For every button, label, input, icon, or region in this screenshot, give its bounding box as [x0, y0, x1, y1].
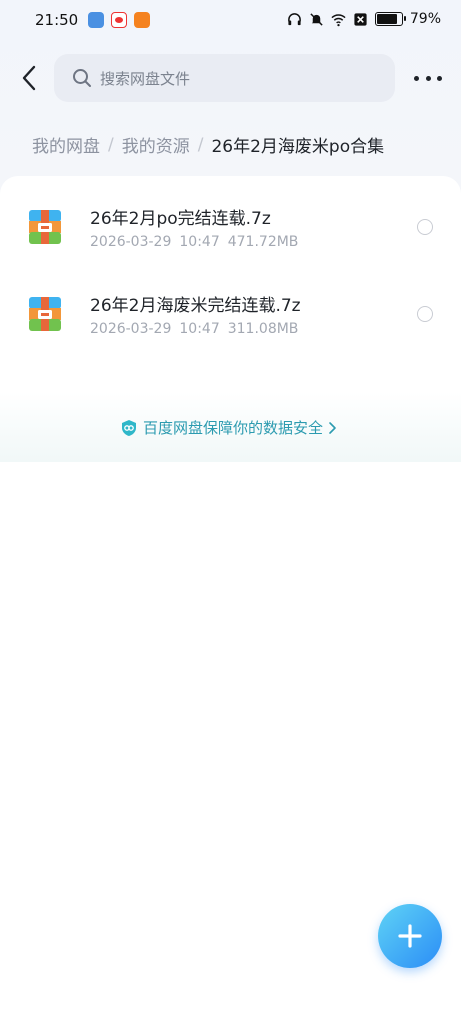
chevron-left-icon	[22, 65, 36, 91]
search-input[interactable]: 搜索网盘文件	[54, 54, 395, 102]
weibo-app-icon	[111, 12, 127, 28]
shield-icon	[122, 419, 136, 436]
notification-icons	[88, 12, 150, 28]
mute-bell-icon	[310, 12, 323, 26]
file-list-item[interactable]: 26年2月po完结连载.7z 2026-03-29 10:47 471.72MB	[0, 176, 461, 262]
file-date: 2026-03-29	[90, 234, 172, 250]
breadcrumb-separator: /	[108, 134, 114, 155]
file-meta: 2026-03-29 10:47 311.08MB	[90, 321, 298, 337]
status-indicators: 79%	[287, 11, 441, 27]
breadcrumb-item-my-drive[interactable]: 我的网盘	[32, 132, 100, 157]
select-radio[interactable]	[417, 306, 433, 322]
wifi-icon	[331, 13, 346, 26]
breadcrumb-current-folder: 26年2月海废米po合集	[211, 137, 385, 157]
chevron-right-icon	[329, 421, 336, 434]
more-dot-icon	[437, 75, 442, 81]
more-dot-icon	[425, 75, 431, 81]
file-size: 311.08MB	[227, 321, 299, 337]
security-notice-link[interactable]: 百度网盘保障你的数据安全	[120, 417, 337, 438]
breadcrumb-item-my-resources[interactable]: 我的资源	[122, 132, 190, 157]
weather-app-icon	[88, 12, 104, 28]
file-time: 10:47	[179, 321, 220, 337]
file-size: 471.72MB	[227, 234, 299, 250]
plus-icon	[398, 924, 422, 948]
security-notice-text: 百度网盘保障你的数据安全	[143, 419, 324, 437]
add-button[interactable]	[378, 904, 442, 968]
file-list-item[interactable]: 26年2月海废米完结连载.7z 2026-03-29 10:47 311.08MB	[0, 263, 461, 349]
headphones-icon	[288, 12, 301, 25]
back-button[interactable]	[14, 62, 44, 94]
file-name: 26年2月po完结连载.7z	[90, 209, 271, 229]
file-name: 26年2月海废米完结连载.7z	[90, 296, 301, 316]
orange-app-icon	[134, 12, 150, 28]
select-radio[interactable]	[417, 219, 433, 235]
breadcrumb-separator: /	[197, 134, 204, 155]
file-date: 2026-03-29	[90, 321, 172, 337]
no-sim-icon	[354, 12, 367, 26]
battery-icon	[374, 12, 406, 26]
more-options-button[interactable]	[414, 68, 442, 88]
more-dot-icon	[414, 75, 419, 81]
file-meta: 2026-03-29 10:47 471.72MB	[90, 234, 298, 250]
status-bar: 21:50 79%	[0, 0, 461, 40]
status-time: 21:50	[35, 11, 79, 29]
breadcrumb: 我的网盘 / 我的资源 / 26年2月海废米po合集	[32, 132, 385, 158]
battery-percentage: 79%	[409, 11, 441, 27]
search-icon	[73, 69, 91, 87]
search-placeholder: 搜索网盘文件	[100, 69, 191, 88]
archive-icon	[29, 210, 61, 244]
archive-icon	[29, 297, 61, 331]
file-time: 10:47	[179, 234, 220, 250]
